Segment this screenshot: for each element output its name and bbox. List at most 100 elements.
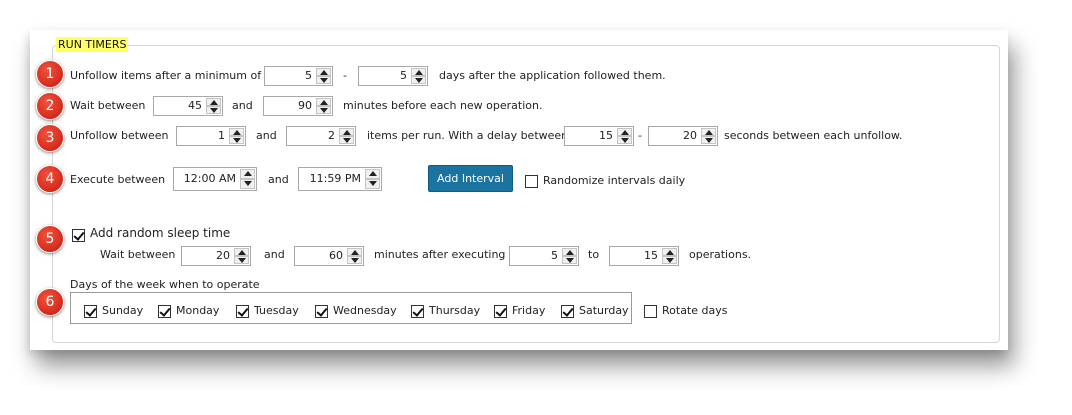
day-label-friday: Friday <box>512 304 546 317</box>
spin-down-icon[interactable] <box>206 106 221 114</box>
wait-minutes-suffix: minutes before each new operation. <box>343 99 543 112</box>
delay-seconds-max-stepper[interactable]: 20 <box>648 126 718 146</box>
stepper-value: 60 <box>329 249 343 262</box>
range-separator: - <box>343 69 347 82</box>
spin-down-icon[interactable] <box>411 76 426 84</box>
spin-down-icon[interactable] <box>617 136 632 144</box>
step-badge-3: 3 <box>36 124 64 152</box>
add-random-sleep-label: Add random sleep time <box>90 226 231 240</box>
and-label: and <box>264 248 285 261</box>
delay-seconds-suffix: seconds between each unfollow. <box>724 129 903 142</box>
spin-down-icon[interactable] <box>316 106 331 114</box>
and-label: and <box>232 99 253 112</box>
stepper-value: 2 <box>328 129 335 142</box>
spin-down-icon[interactable] <box>365 179 380 189</box>
spin-up-icon[interactable] <box>316 68 331 76</box>
randomize-intervals-checkbox[interactable] <box>525 175 538 188</box>
to-label: to <box>588 248 600 261</box>
spin-up-icon[interactable] <box>316 98 331 106</box>
stepper-value: 15 <box>599 129 613 142</box>
spin-down-icon[interactable] <box>662 256 677 264</box>
day-checkbox-tuesday[interactable] <box>236 305 249 318</box>
spin-up-icon[interactable] <box>347 248 362 256</box>
spin-down-icon[interactable] <box>316 76 331 84</box>
spin-up-icon[interactable] <box>339 128 354 136</box>
spin-down-icon[interactable] <box>701 136 716 144</box>
step-badge-2: 2 <box>36 92 64 120</box>
spin-up-icon[interactable] <box>206 98 221 106</box>
and-label: and <box>268 173 289 186</box>
unfollow-days-min-stepper[interactable]: 5 <box>264 66 333 86</box>
day-checkbox-friday[interactable] <box>494 305 507 318</box>
stepper-value: 15 <box>644 249 658 262</box>
day-checkbox-monday[interactable] <box>158 305 171 318</box>
step-badge-6: 6 <box>36 288 64 316</box>
execute-start-time-picker[interactable]: 12:00 AM <box>173 167 257 191</box>
sleep-wait-label: Wait between <box>100 248 176 261</box>
add-random-sleep-checkbox[interactable] <box>72 229 85 242</box>
delay-seconds-min-stepper[interactable]: 15 <box>564 126 634 146</box>
spin-down-icon[interactable] <box>240 179 255 189</box>
spin-up-icon[interactable] <box>240 169 255 179</box>
step-badge-4: 4 <box>36 165 64 193</box>
wait-minutes-min-stepper[interactable]: 45 <box>153 96 223 116</box>
unfollow-days-suffix: days after the application followed them… <box>439 69 666 82</box>
stepper-value: 45 <box>188 99 202 112</box>
day-label-saturday: Saturday <box>579 304 629 317</box>
day-checkbox-sunday[interactable] <box>84 305 97 318</box>
spin-up-icon[interactable] <box>411 68 426 76</box>
spin-down-icon[interactable] <box>339 136 354 144</box>
sleep-ops-min-stepper[interactable]: 5 <box>509 246 579 266</box>
time-value: 11:59 PM <box>309 172 361 185</box>
after-executing-label: minutes after executing <box>374 248 506 261</box>
unfollow-count-max-stepper[interactable]: 2 <box>286 126 356 146</box>
add-interval-button[interactable]: Add Interval <box>428 165 513 192</box>
stepper-value: 20 <box>216 249 230 262</box>
day-label-tuesday: Tuesday <box>254 304 299 317</box>
stepper-value: 5 <box>551 249 558 262</box>
spin-up-icon[interactable] <box>562 248 577 256</box>
step-badge-1: 1 <box>36 60 64 88</box>
execute-end-time-picker[interactable]: 11:59 PM <box>298 167 382 191</box>
rotate-days-checkbox[interactable] <box>644 305 657 318</box>
spin-up-icon[interactable] <box>234 248 249 256</box>
stepper-value: 1 <box>218 129 225 142</box>
stepper-value: 20 <box>683 129 697 142</box>
days-of-week-label: Days of the week when to operate <box>70 278 260 291</box>
operations-suffix: operations. <box>689 248 752 261</box>
unfollow-between-label: Unfollow between <box>70 129 169 142</box>
randomize-intervals-label: Randomize intervals daily <box>543 174 686 187</box>
spin-up-icon[interactable] <box>617 128 632 136</box>
stepper-value: 5 <box>305 69 312 82</box>
and-label: and <box>256 129 277 142</box>
day-label-sunday: Sunday <box>102 304 144 317</box>
sleep-minutes-max-stepper[interactable]: 60 <box>294 246 364 266</box>
day-label-thursday: Thursday <box>429 304 481 317</box>
day-checkbox-wednesday[interactable] <box>315 305 328 318</box>
section-title: RUN TIMERS <box>56 37 129 52</box>
spin-up-icon[interactable] <box>229 128 244 136</box>
day-checkbox-thursday[interactable] <box>411 305 424 318</box>
spin-down-icon[interactable] <box>562 256 577 264</box>
step-badge-5: 5 <box>36 225 64 253</box>
spin-up-icon[interactable] <box>662 248 677 256</box>
unfollow-days-max-stepper[interactable]: 5 <box>358 66 428 86</box>
execute-between-label: Execute between <box>70 173 166 186</box>
wait-minutes-max-stepper[interactable]: 90 <box>263 96 333 116</box>
day-label-monday: Monday <box>176 304 220 317</box>
spin-up-icon[interactable] <box>701 128 716 136</box>
sleep-minutes-min-stepper[interactable]: 20 <box>181 246 251 266</box>
stepper-value: 90 <box>298 99 312 112</box>
spin-down-icon[interactable] <box>229 136 244 144</box>
spin-down-icon[interactable] <box>347 256 362 264</box>
spin-down-icon[interactable] <box>234 256 249 264</box>
sleep-ops-max-stepper[interactable]: 15 <box>609 246 679 266</box>
delay-label: items per run. With a delay between <box>367 129 569 142</box>
unfollow-min-label: Unfollow items after a minimum of <box>70 69 262 82</box>
range-separator: - <box>638 129 642 142</box>
wait-between-label: Wait between <box>70 99 146 112</box>
spin-up-icon[interactable] <box>365 169 380 179</box>
rotate-days-label: Rotate days <box>662 304 728 317</box>
day-checkbox-saturday[interactable] <box>561 305 574 318</box>
unfollow-count-min-stepper[interactable]: 1 <box>176 126 246 146</box>
